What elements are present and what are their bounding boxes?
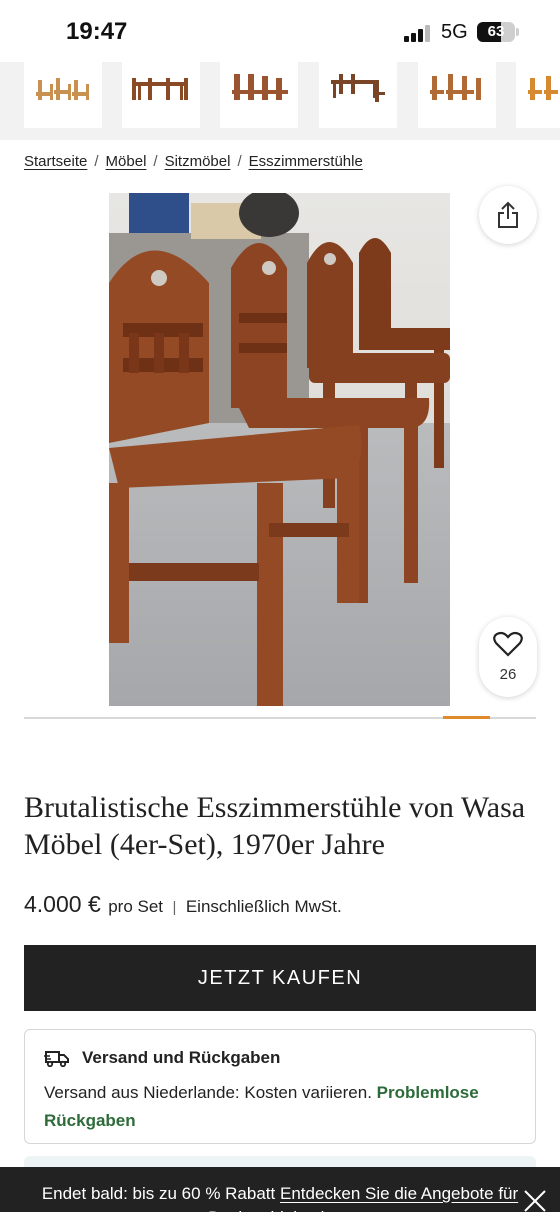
product-main-image[interactable] (109, 193, 450, 706)
battery-level: 63 (487, 23, 505, 40)
breadcrumb-moebel[interactable]: Möbel (106, 153, 147, 170)
breadcrumb-sitzmoebel[interactable]: Sitzmöbel (165, 153, 231, 170)
thumbnail-4[interactable] (319, 62, 397, 128)
shipping-title: Versand und Rückgaben (82, 1048, 281, 1067)
status-time: 19:47 (66, 18, 128, 45)
breadcrumb-separator: / (94, 153, 99, 170)
carousel-progress-indicator (443, 716, 490, 719)
favorite-count: 26 (499, 666, 517, 683)
breadcrumb-startseite[interactable]: Startseite (24, 153, 87, 170)
thumbnail-5[interactable] (418, 62, 496, 128)
close-icon[interactable] (523, 1189, 547, 1212)
signal-icon (404, 24, 432, 42)
promo-text: Endet bald: bis zu 60 % Rabatt Entdecken… (0, 1182, 560, 1212)
battery-nub (516, 28, 519, 36)
breadcrumb: Startseite / Möbel / Sitzmöbel / Esszimmerstüh… (24, 153, 363, 170)
thumbnail-strip[interactable] (0, 62, 560, 140)
delivery-truck-icon (44, 1051, 69, 1067)
status-bar: 19:47 5G 63 (0, 0, 560, 62)
battery-icon: 63 (477, 22, 515, 42)
shipping-returns-box: Versand und Rückgaben Versand aus Nieder… (24, 1029, 536, 1144)
tax-note: Einschließlich MwSt. (185, 897, 342, 916)
heart-icon (493, 631, 523, 657)
thumbnail-1[interactable] (24, 62, 102, 128)
price-divider: | (172, 899, 177, 916)
thumbnail-6[interactable] (516, 62, 560, 128)
shipping-header: Versand und Rückgaben (44, 1048, 280, 1068)
product-title: Brutalistische Esszimmerstühle von Wasa … (24, 791, 526, 861)
promo-banner: Endet bald: bis zu 60 % Rabatt Entdecken… (0, 1167, 560, 1212)
shipping-cost-note: Versand aus Niederlande: Kosten variiere… (44, 1083, 372, 1102)
thumbnail-2[interactable] (122, 62, 200, 128)
product-price: 4.000 € (24, 891, 101, 917)
breadcrumb-separator: / (237, 153, 242, 170)
shipping-text: Versand aus Niederlande: Kosten variiere… (44, 1079, 514, 1135)
price-row: 4.000 € pro Set | Einschließlich MwSt. (24, 891, 342, 918)
price-unit: pro Set (108, 897, 164, 916)
share-icon (498, 201, 518, 228)
thumbnail-3[interactable] (220, 62, 298, 128)
favorite-button[interactable]: 26 (479, 617, 537, 697)
network-label: 5G (441, 21, 468, 43)
buy-now-button[interactable]: JETZT KAUFEN (24, 945, 536, 1011)
share-button[interactable] (479, 186, 537, 244)
promo-message: Endet bald: bis zu 60 % Rabatt (41, 1184, 276, 1203)
breadcrumb-esszimmerstuehle[interactable]: Esszimmerstühle (249, 153, 363, 170)
breadcrumb-separator: / (153, 153, 158, 170)
